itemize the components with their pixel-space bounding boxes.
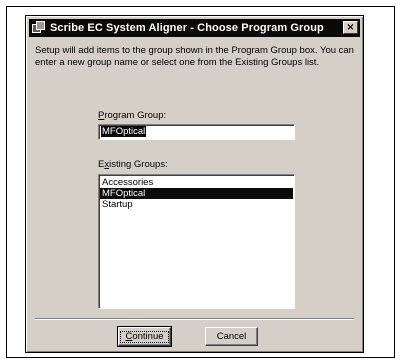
close-button[interactable]: × — [343, 21, 358, 34]
program-group-value: MFOptical — [101, 126, 147, 137]
close-icon: × — [346, 22, 355, 33]
choose-program-group-dialog: Scribe EC System Aligner - Choose Progra… — [25, 15, 364, 353]
continue-rest: ontinue — [132, 330, 164, 342]
list-item-accessories[interactable]: Accessories — [100, 177, 293, 188]
program-group-label-rest: rogram Group: — [104, 110, 167, 121]
separator-line — [35, 318, 354, 320]
instructions-text: Setup will add items to the group shown … — [35, 45, 354, 68]
existing-groups-label: Existing Groups: — [98, 159, 168, 170]
existing-groups-label-rest: isting Groups: — [109, 159, 168, 170]
program-group-icon — [32, 21, 46, 35]
cancel-button[interactable]: Cancel — [205, 327, 258, 346]
program-group-input[interactable]: MFOptical — [98, 124, 295, 140]
list-item-startup[interactable]: Startup — [100, 199, 293, 210]
existing-groups-list[interactable]: Accessories MFOptical Startup — [98, 174, 295, 309]
continue-button[interactable]: Continue — [117, 326, 172, 347]
continue-button-label: Continue — [120, 330, 169, 343]
program-group-label: Program Group: — [98, 110, 166, 121]
window-title: Scribe EC System Aligner - Choose Progra… — [50, 22, 324, 34]
list-item-mfoptical[interactable]: MFOptical — [100, 188, 293, 199]
title-bar[interactable]: Scribe EC System Aligner - Choose Progra… — [29, 19, 360, 37]
cancel-button-label: Cancel — [216, 331, 247, 342]
